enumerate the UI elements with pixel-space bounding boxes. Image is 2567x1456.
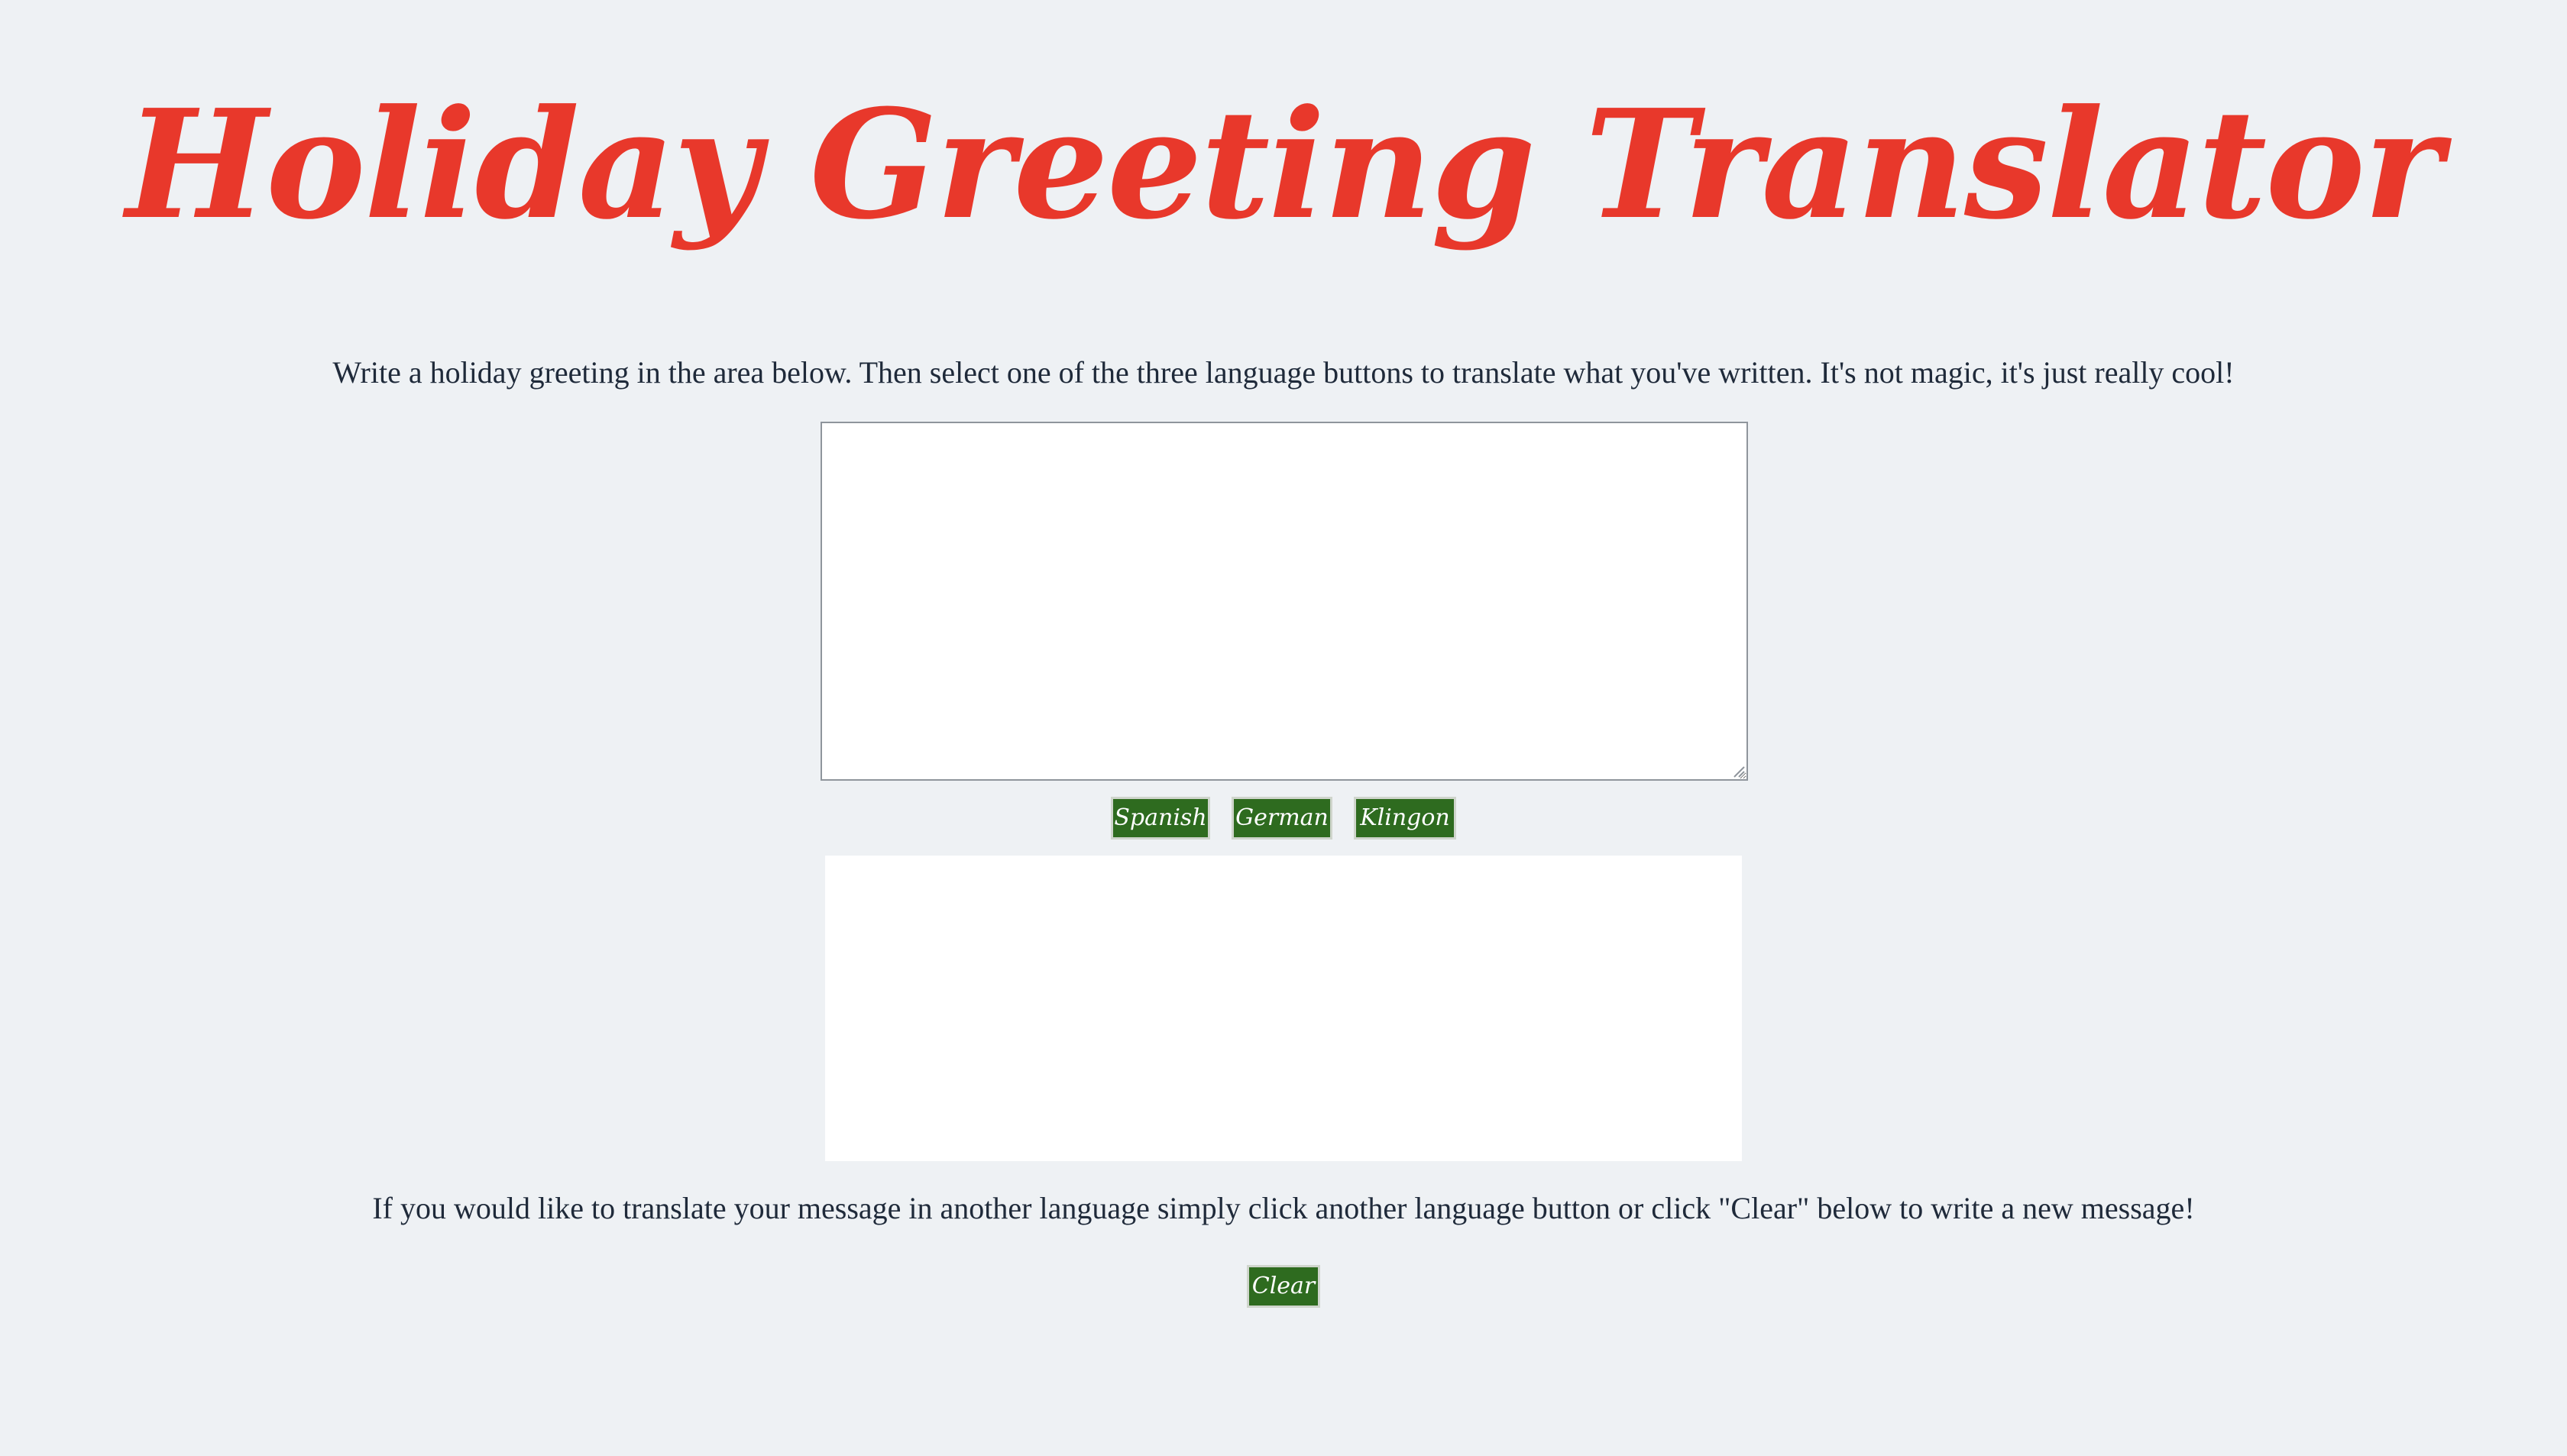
page: Holiday Greeting Translator Write a holi…: [0, 0, 2567, 1456]
clear-button[interactable]: Clear: [1247, 1265, 1320, 1308]
intro-text: Write a holiday greeting in the area bel…: [332, 355, 2235, 390]
instructions-text: If you would like to translate your mess…: [372, 1191, 2195, 1225]
page-title: Holiday Greeting Translator: [125, 77, 2443, 253]
translation-output: [825, 856, 1742, 1161]
greeting-input[interactable]: [821, 422, 1748, 781]
german-button[interactable]: German: [1232, 797, 1332, 840]
klingon-button[interactable]: Klingon: [1354, 797, 1456, 840]
spanish-button[interactable]: Spanish: [1111, 797, 1210, 840]
